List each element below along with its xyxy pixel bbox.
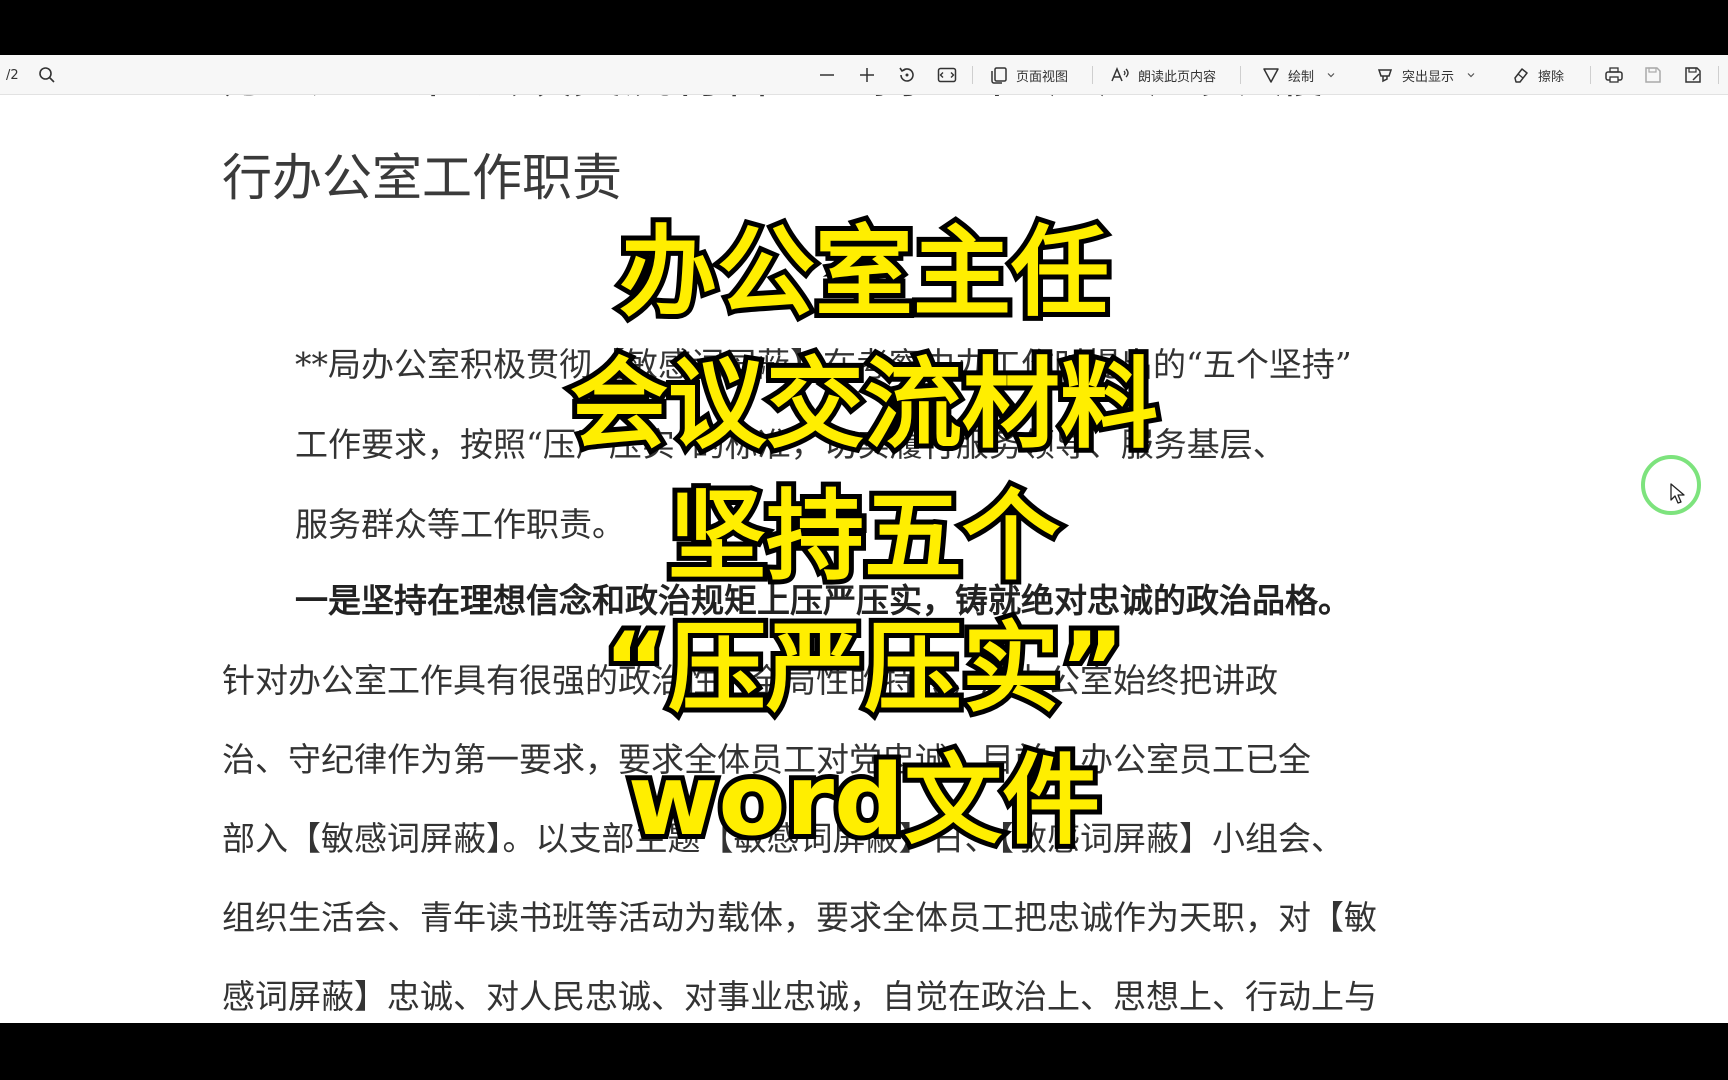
save-as-button[interactable] (1684, 55, 1702, 95)
read-aloud-icon (1111, 67, 1129, 82)
document-title-line2: 行办公室工作职责 (222, 149, 622, 207)
read-aloud-button[interactable]: 朗读此页内容 (1110, 55, 1216, 95)
chevron-down-icon[interactable] (1466, 70, 1476, 80)
erase-button[interactable]: 擦除 (1512, 55, 1564, 95)
overlay-line-1: 办公室主任 (614, 211, 1114, 335)
page-view-icon (991, 67, 1007, 84)
erase-label: 擦除 (1538, 69, 1565, 85)
paragraph-line: 组织生活会、青年读书班等活动为载体，要求全体员工把忠诚作为天职，对【敏 (222, 898, 1377, 937)
save-as-icon (1685, 67, 1701, 83)
paragraph-line: 感词屏蔽】忠诚、对人民忠诚、对事业忠诚，自觉在政治上、思想上、行动上与 (222, 977, 1377, 1016)
chevron-down-icon[interactable] (1326, 70, 1336, 80)
rotate-icon (899, 67, 914, 82)
draw-button[interactable]: 绘制 (1262, 55, 1336, 95)
overlay-line-3: 坚持五个 (663, 475, 1065, 599)
search-icon (39, 67, 55, 83)
draw-label: 绘制 (1288, 69, 1315, 85)
draw-icon (1263, 68, 1279, 83)
print-icon (1605, 67, 1623, 83)
plus-icon (860, 68, 874, 82)
zoom-in-button[interactable] (858, 55, 876, 95)
page-count-label: /2 (6, 67, 19, 83)
print-button[interactable] (1604, 55, 1624, 95)
highlight-label: 突出显示 (1402, 69, 1455, 85)
fit-page-button[interactable] (937, 55, 957, 95)
overlay-line-2: 会议交流材料 (565, 343, 1163, 467)
overlay-line-4: “压严压实” (599, 607, 1130, 731)
zoom-out-button[interactable] (818, 55, 836, 95)
page-view-label: 页面视图 (1016, 69, 1069, 85)
fit-width-icon (937, 67, 957, 83)
highlight-icon (1377, 69, 1393, 83)
save-icon (1645, 67, 1661, 83)
pdf-toolbar: /2 页面视图 朗读此页内容 绘制 突出显示 擦除 (0, 55, 1728, 95)
eraser-icon (1514, 68, 1528, 83)
minus-icon (820, 74, 834, 76)
page-indicator[interactable]: /2 (6, 55, 19, 95)
overlay-line-5: word文件 (623, 739, 1105, 863)
page-view-button[interactable]: 页面视图 (990, 55, 1068, 95)
save-button[interactable] (1644, 55, 1662, 95)
read-aloud-label: 朗读此页内容 (1138, 69, 1217, 85)
mouse-cursor-icon (1670, 483, 1685, 504)
search-button[interactable] (38, 55, 56, 95)
highlight-button[interactable]: 突出显示 (1376, 55, 1476, 95)
rotate-button[interactable] (897, 55, 917, 95)
pdf-viewer: 办公室主任会议交流材料：坚持五个“压严压实”履 行办公室工作职责 **局办公室积… (0, 55, 1728, 1023)
